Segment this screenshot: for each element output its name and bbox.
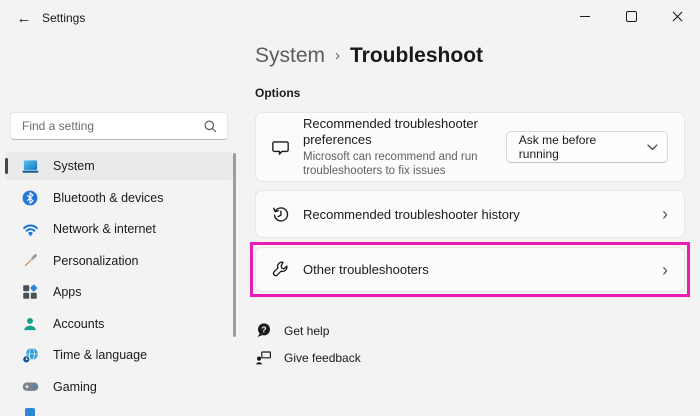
get-help-icon: ? xyxy=(255,322,272,339)
sidebar-item-label: Time & language xyxy=(53,348,147,362)
row-title: Recommended troubleshooter history xyxy=(303,207,520,222)
breadcrumb-separator-icon: › xyxy=(335,47,340,64)
apps-icon xyxy=(20,282,40,302)
page-title: Troubleshoot xyxy=(350,44,483,68)
card-title: Recommended troubleshooter preferences xyxy=(303,116,506,149)
recommended-troubleshooter-history-row[interactable]: Recommended troubleshooter history › xyxy=(255,190,685,238)
wrench-icon xyxy=(269,259,291,280)
selected-accent-bar xyxy=(5,158,8,174)
give-feedback-icon xyxy=(255,349,272,366)
options-section-label: Options xyxy=(255,86,300,100)
search-icon xyxy=(203,119,218,134)
close-button[interactable] xyxy=(654,0,700,33)
chevron-right-icon: › xyxy=(662,205,668,223)
window-controls xyxy=(562,0,700,33)
troubleshooter-preference-dropdown[interactable]: Ask me before running xyxy=(506,131,668,163)
sidebar-item-personalization[interactable]: Personalization xyxy=(5,247,233,275)
sidebar-item-apps[interactable]: Apps xyxy=(5,278,233,306)
chevron-right-icon: › xyxy=(662,261,668,279)
paintbrush-icon xyxy=(20,251,40,271)
card-text: Recommended troubleshooter preferences M… xyxy=(303,116,506,178)
sidebar-item-label: System xyxy=(53,159,95,173)
breadcrumb: System › Troubleshoot xyxy=(255,44,483,68)
row-title: Other troubleshooters xyxy=(303,262,429,277)
sidebar-scrollbar[interactable] xyxy=(233,153,236,337)
sidebar-item-label: Gaming xyxy=(53,380,97,394)
maximize-button[interactable] xyxy=(608,0,654,33)
chevron-down-icon xyxy=(647,144,658,151)
sidebar-item-accounts[interactable]: Accounts xyxy=(5,310,233,338)
give-feedback-link[interactable]: Give feedback xyxy=(255,349,361,366)
sidebar-item-bluetooth-devices[interactable]: Bluetooth & devices xyxy=(5,184,233,212)
chat-bubble-icon xyxy=(269,137,291,158)
minimize-icon xyxy=(580,16,590,17)
give-feedback-label: Give feedback xyxy=(284,351,361,365)
dropdown-value: Ask me before running xyxy=(519,133,638,161)
system-icon xyxy=(20,156,40,176)
search-box xyxy=(10,112,228,140)
sidebar-item-label: Personalization xyxy=(53,254,138,268)
sidebar-item-label: Apps xyxy=(53,285,82,299)
wifi-icon xyxy=(20,219,40,239)
sidebar-item-gaming[interactable]: Gaming xyxy=(5,373,233,401)
svg-text:?: ? xyxy=(261,324,266,334)
minimize-button[interactable] xyxy=(562,0,608,33)
back-button[interactable]: ← xyxy=(10,5,38,31)
sidebar-item-time-language[interactable]: Time & language xyxy=(5,341,233,369)
card-description: Microsoft can recommend and run troubles… xyxy=(303,150,506,178)
settings-window: ← Settings xyxy=(0,0,700,416)
titlebar: ← Settings xyxy=(0,0,700,36)
sidebar-item-system[interactable]: System xyxy=(5,152,233,180)
maximize-icon xyxy=(626,11,637,22)
sidebar-item-label: Network & internet xyxy=(53,222,156,236)
accounts-icon xyxy=(20,314,40,334)
other-troubleshooters-row[interactable]: Other troubleshooters › xyxy=(255,247,685,292)
history-icon xyxy=(269,204,291,225)
sidebar-item-network-internet[interactable]: Network & internet xyxy=(5,215,233,243)
back-arrow-icon: ← xyxy=(17,10,32,27)
sidebar-item-label: Bluetooth & devices xyxy=(53,191,164,205)
sidebar-item-label: Accounts xyxy=(53,317,104,331)
search-input[interactable] xyxy=(11,113,207,139)
get-help-label: Get help xyxy=(284,324,329,338)
bluetooth-icon xyxy=(20,188,40,208)
sidebar-nav: System Bluetooth & devices Network & xyxy=(5,152,233,404)
breadcrumb-parent[interactable]: System xyxy=(255,44,325,68)
time-language-icon xyxy=(20,345,40,365)
window-title: Settings xyxy=(42,11,85,25)
recommended-troubleshooter-preferences-card: Recommended troubleshooter preferences M… xyxy=(255,112,685,182)
close-icon xyxy=(672,11,683,22)
gaming-icon xyxy=(20,377,40,397)
get-help-link[interactable]: ? Get help xyxy=(255,322,329,339)
accessibility-icon-partial xyxy=(25,408,35,416)
